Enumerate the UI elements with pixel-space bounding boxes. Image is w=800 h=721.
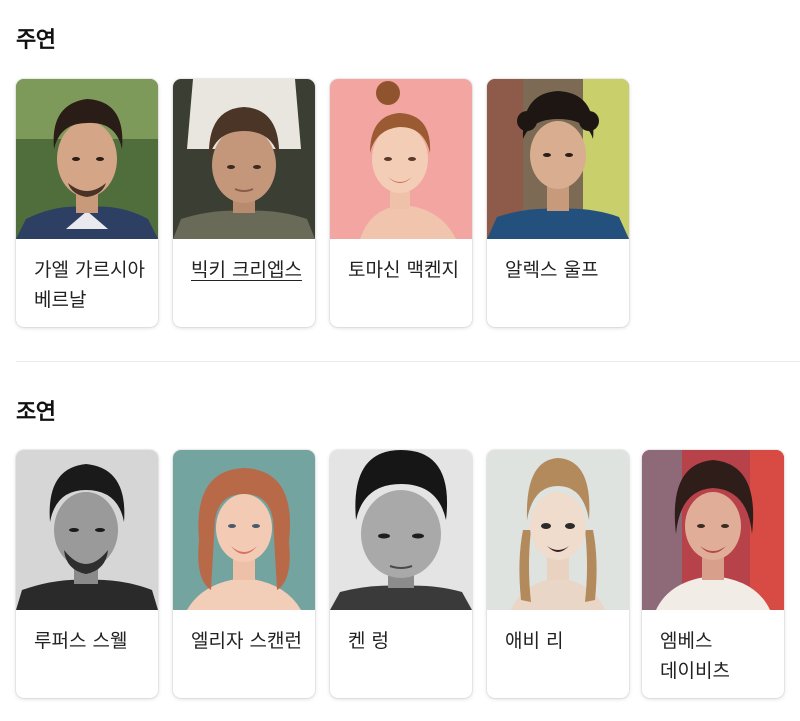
cast-card[interactable]: 루퍼스 스웰 [16,450,158,698]
actor-photo [642,450,784,610]
actor-name: 애비 리 [505,630,564,652]
cast-card[interactable]: 애비 리 [487,450,629,698]
cast-card[interactable]: 알렉스 울프 [487,79,629,327]
lead-cast-row: 가엘 가르시아 베르날 빅키 크리엡스 토마신 맥켄지 알렉스 울프 [16,79,800,329]
cast-card[interactable]: 토마신 맥켄지 [330,79,472,327]
actor-photo [330,79,472,239]
section-title-lead: 주연 [16,28,56,53]
section-title-supporting: 조연 [16,400,56,425]
cast-card[interactable]: 엠베스 데이비츠 [642,450,784,698]
actor-photo [16,450,158,610]
actor-photo [487,79,629,239]
actor-name-link[interactable]: 빅키 크리엡스 [191,255,305,285]
actor-photo [16,79,158,239]
cast-card[interactable]: 켄 렁 [330,450,472,698]
cast-card[interactable]: 엘리자 스캔런 [173,450,315,698]
actor-photo [487,450,629,610]
actor-name: 켄 렁 [348,630,389,652]
actor-photo [173,450,315,610]
actor-name: 엠베스 데이비츠 [660,630,730,682]
actor-name: 알렉스 울프 [505,259,599,281]
section-divider [16,361,800,362]
actor-photo [173,79,315,239]
actor-name: 루퍼스 스웰 [34,630,128,652]
actor-name: 가엘 가르시아 베르날 [34,259,145,311]
actor-name: 엘리자 스캔런 [191,630,302,652]
actor-name: 토마신 맥켄지 [348,259,459,281]
cast-card[interactable]: 빅키 크리엡스 [173,79,315,327]
actor-photo [330,450,472,610]
supporting-cast-row: 루퍼스 스웰 엘리자 스캔런 켄 렁 애비 리 엠베스 데이비츠 [16,450,800,700]
cast-card[interactable]: 가엘 가르시아 베르날 [16,79,158,327]
